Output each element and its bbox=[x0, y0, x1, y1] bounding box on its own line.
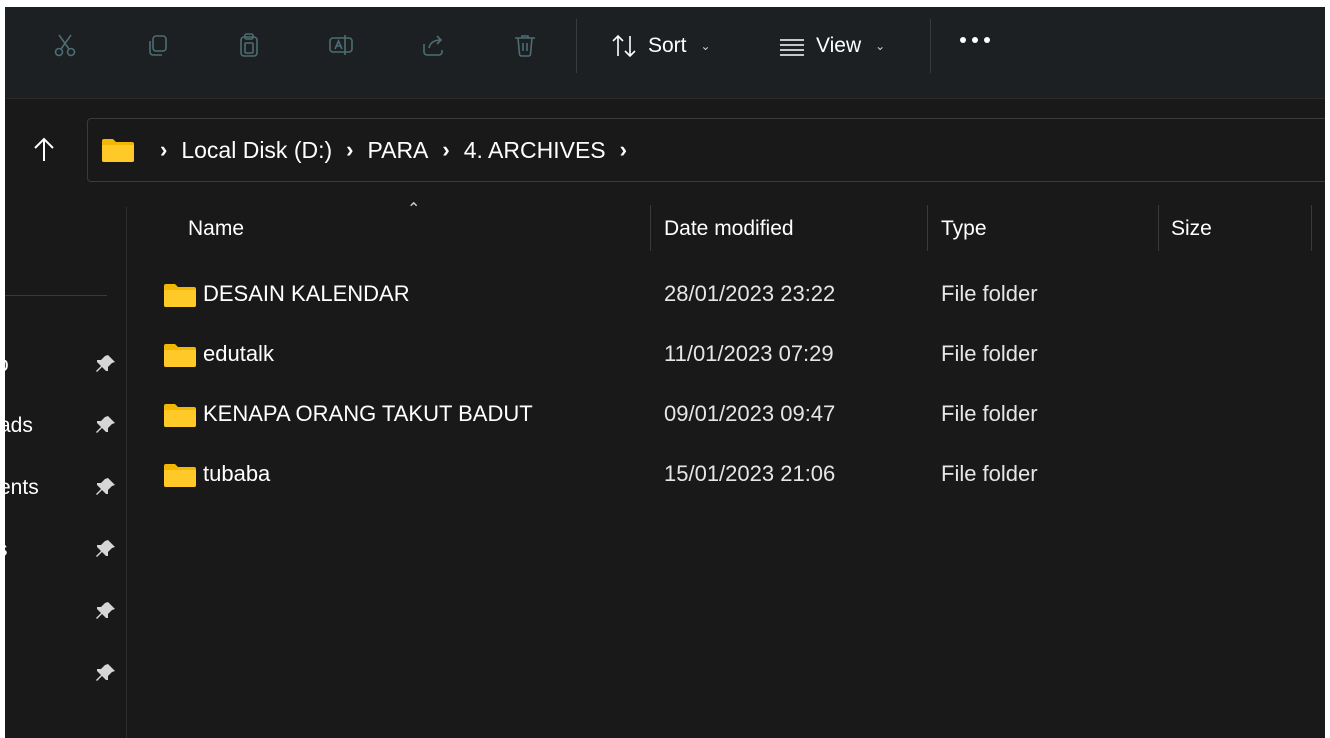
file-type: File folder bbox=[941, 461, 1038, 486]
folder-icon bbox=[164, 344, 196, 367]
sort-icon bbox=[612, 34, 636, 58]
table-row[interactable]: edutalk 11/01/2023 07:29 File folder bbox=[127, 325, 1325, 383]
pin-icon bbox=[96, 664, 115, 681]
file-list: ⌃ Name Date modified Type Size DESAIN KA… bbox=[127, 199, 1325, 738]
column-divider[interactable] bbox=[1158, 205, 1159, 251]
folder-icon bbox=[164, 464, 196, 487]
navigation-bar: › Local Disk (D:) › PARA › 4. ARCHIVES › bbox=[5, 99, 1325, 199]
file-date: 15/01/2023 21:06 bbox=[664, 461, 836, 486]
breadcrumb-chevron-icon[interactable]: › bbox=[620, 137, 627, 163]
rename-icon[interactable] bbox=[323, 27, 359, 63]
toolbar-separator bbox=[930, 19, 931, 73]
chevron-down-icon: ⌄ bbox=[875, 39, 886, 53]
sidebar-item-label: o bbox=[5, 353, 9, 377]
view-icon bbox=[780, 39, 804, 56]
pin-icon bbox=[96, 540, 115, 557]
paste-icon[interactable] bbox=[231, 27, 267, 63]
sidebar-item-label: ads bbox=[5, 414, 33, 437]
folder-icon bbox=[102, 139, 134, 162]
table-row[interactable]: tubaba 15/01/2023 21:06 File folder bbox=[127, 445, 1325, 503]
sort-label: Sort bbox=[648, 34, 687, 57]
file-type: File folder bbox=[941, 281, 1038, 306]
delete-icon[interactable] bbox=[507, 27, 543, 63]
file-date: 09/01/2023 09:47 bbox=[664, 401, 836, 426]
sidebar-item-quick-access-2[interactable]: ads bbox=[5, 406, 127, 446]
breadcrumb-chevron-icon[interactable]: › bbox=[442, 137, 449, 163]
column-divider[interactable] bbox=[927, 205, 928, 251]
sidebar-item-quick-access-5[interactable] bbox=[5, 592, 127, 632]
file-name: tubaba bbox=[203, 461, 271, 486]
table-row[interactable]: DESAIN KALENDAR 28/01/2023 23:22 File fo… bbox=[127, 265, 1325, 323]
pin-icon bbox=[96, 602, 115, 619]
column-header-size[interactable]: Size bbox=[1171, 217, 1212, 241]
chevron-down-icon: ⌄ bbox=[700, 39, 711, 53]
file-type: File folder bbox=[941, 401, 1038, 426]
file-name: DESAIN KALENDAR bbox=[203, 281, 410, 306]
breadcrumb-archives[interactable]: 4. ARCHIVES bbox=[464, 137, 606, 164]
file-date: 11/01/2023 07:29 bbox=[664, 341, 834, 366]
cut-icon[interactable] bbox=[47, 27, 83, 63]
copy-icon[interactable] bbox=[139, 27, 175, 63]
more-options-icon[interactable] bbox=[960, 37, 990, 43]
navigation-pane: o ads ents s bbox=[5, 199, 127, 738]
address-bar[interactable]: › Local Disk (D:) › PARA › 4. ARCHIVES › bbox=[87, 118, 1325, 182]
file-date: 28/01/2023 23:22 bbox=[664, 281, 836, 306]
table-row[interactable]: KENAPA ORANG TAKUT BADUT 09/01/2023 09:4… bbox=[127, 385, 1325, 443]
pin-icon bbox=[96, 355, 115, 372]
column-divider[interactable] bbox=[650, 205, 651, 251]
sidebar-item-quick-access-3[interactable]: ents bbox=[5, 468, 127, 508]
sort-ascending-icon: ⌃ bbox=[407, 201, 421, 218]
sidebar-divider bbox=[5, 295, 107, 296]
sidebar-item-label: ents bbox=[5, 476, 39, 499]
column-header-date[interactable]: Date modified bbox=[664, 217, 794, 241]
file-type: File folder bbox=[941, 341, 1038, 366]
breadcrumb-chevron-icon[interactable]: › bbox=[160, 137, 167, 163]
view-label: View bbox=[816, 34, 862, 57]
sidebar-item-label: s bbox=[5, 538, 8, 562]
sidebar-item-quick-access-6[interactable] bbox=[5, 654, 127, 694]
column-header-name[interactable]: Name bbox=[188, 217, 244, 241]
breadcrumb-para[interactable]: PARA bbox=[367, 137, 428, 164]
file-name: KENAPA ORANG TAKUT BADUT bbox=[203, 401, 533, 426]
folder-icon bbox=[164, 404, 196, 427]
column-divider[interactable] bbox=[1311, 205, 1312, 251]
share-icon[interactable] bbox=[415, 27, 451, 63]
file-name: edutalk bbox=[203, 341, 274, 366]
toolbar-separator bbox=[576, 19, 577, 73]
command-bar: Sort ⌄ View ⌄ bbox=[5, 7, 1325, 99]
breadcrumb-chevron-icon[interactable]: › bbox=[346, 137, 353, 163]
column-header-type[interactable]: Type bbox=[941, 217, 987, 241]
breadcrumb-local-disk[interactable]: Local Disk (D:) bbox=[181, 137, 332, 164]
pin-icon bbox=[96, 416, 115, 433]
pin-icon bbox=[96, 478, 115, 495]
up-arrow-icon[interactable] bbox=[29, 135, 59, 165]
sort-button[interactable]: Sort ⌄ bbox=[610, 29, 711, 63]
sidebar-item-quick-access-1[interactable]: o bbox=[5, 345, 127, 385]
file-explorer-window: Sort ⌄ View ⌄ › Local Disk (D:) › PARA ›… bbox=[5, 7, 1325, 738]
folder-icon bbox=[164, 284, 196, 307]
sidebar-item-quick-access-4[interactable]: s bbox=[5, 530, 127, 570]
view-button[interactable]: View ⌄ bbox=[778, 29, 885, 63]
